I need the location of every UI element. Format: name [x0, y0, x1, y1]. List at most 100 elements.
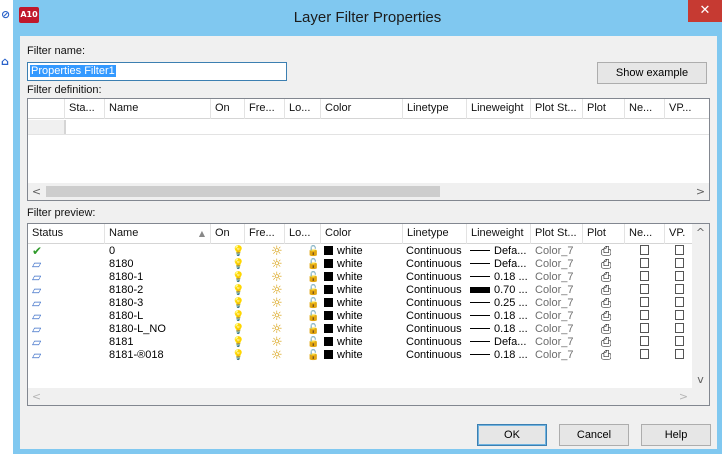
sun-thawed-icon[interactable]: ☼: [271, 336, 283, 349]
sun-thawed-icon[interactable]: ☼: [271, 310, 283, 323]
lineweight-cell[interactable]: 0.18 ...: [470, 271, 528, 284]
sun-thawed-icon[interactable]: ☼: [271, 323, 283, 336]
unlocked-padlock-icon[interactable]: 🔓: [307, 336, 319, 349]
plotstyle-cell[interactable]: Color_7: [535, 323, 574, 336]
plotstyle-cell[interactable]: Color_7: [535, 349, 574, 362]
col-color[interactable]: Color: [321, 224, 403, 244]
new-vp-freeze-icon[interactable]: [640, 323, 649, 336]
col-on[interactable]: On: [211, 224, 245, 244]
new-vp-freeze-icon[interactable]: [640, 284, 649, 297]
new-vp-freeze-icon[interactable]: [640, 245, 649, 258]
new-vp-freeze-icon[interactable]: [640, 336, 649, 349]
color-cell[interactable]: white: [324, 245, 363, 258]
new-vp-freeze-icon[interactable]: [640, 349, 649, 362]
show-example-button[interactable]: Show example: [597, 62, 707, 84]
scroll-right-icon[interactable]: >: [692, 183, 709, 200]
layer-name[interactable]: 8180: [109, 258, 133, 271]
color-cell[interactable]: white: [324, 349, 363, 362]
layer-status-icon[interactable]: ▱: [32, 336, 41, 349]
printer-icon[interactable]: ⎙: [601, 349, 611, 362]
col-linetype[interactable]: Linetype: [403, 224, 467, 244]
unlocked-padlock-icon[interactable]: 🔓: [307, 349, 319, 362]
layer-row[interactable]: ✔ 0 💡 ☼ 🔓 white Continuous Defa... Color_7 ⎙: [28, 245, 692, 258]
layer-name[interactable]: 8180-L: [109, 310, 143, 323]
layer-name[interactable]: 8181-®018: [109, 349, 164, 362]
hscroll-thumb[interactable]: [46, 186, 440, 197]
def-col-linetype[interactable]: Linetype: [403, 99, 467, 119]
sun-thawed-icon[interactable]: ☼: [271, 349, 283, 362]
vp-freeze-icon[interactable]: [675, 349, 684, 362]
color-cell[interactable]: white: [324, 310, 363, 323]
filter-definition-hscrollbar[interactable]: < >: [28, 183, 709, 200]
printer-icon[interactable]: ⎙: [601, 323, 611, 336]
color-cell[interactable]: white: [324, 336, 363, 349]
lightbulb-on-icon[interactable]: 💡: [232, 349, 244, 362]
color-cell[interactable]: white: [324, 323, 363, 336]
sun-thawed-icon[interactable]: ☼: [271, 271, 283, 284]
color-cell[interactable]: white: [324, 271, 363, 284]
vp-freeze-icon[interactable]: [675, 323, 684, 336]
lightbulb-on-icon[interactable]: 💡: [232, 323, 244, 336]
col-plot[interactable]: Plot: [583, 224, 625, 244]
def-col-plotstyle[interactable]: Plot St...: [531, 99, 583, 119]
layer-row[interactable]: ▱ 8180-L_NO 💡 ☼ 🔓 white Continuous 0.18 ... Colo…: [28, 323, 692, 336]
sun-thawed-icon[interactable]: ☼: [271, 245, 283, 258]
col-vp[interactable]: VP.: [665, 224, 692, 244]
lightbulb-on-icon[interactable]: 💡: [232, 310, 244, 323]
layer-name[interactable]: 8180-3: [109, 297, 143, 310]
layer-status-icon[interactable]: ▱: [32, 271, 41, 284]
new-vp-freeze-icon[interactable]: [640, 258, 649, 271]
lightbulb-on-icon[interactable]: 💡: [232, 297, 244, 310]
def-col-status[interactable]: Sta...: [65, 99, 105, 119]
lineweight-cell[interactable]: 0.18 ...: [470, 349, 528, 362]
filter-name-input[interactable]: Properties Filter1: [27, 62, 287, 81]
plotstyle-cell[interactable]: Color_7: [535, 284, 574, 297]
scroll-up-icon[interactable]: ^: [692, 224, 709, 241]
printer-icon[interactable]: ⎙: [601, 258, 611, 271]
layer-row[interactable]: ▱ 8181-®018 💡 ☼ 🔓 white Continuous 0.18 ... Colo…: [28, 349, 692, 362]
unlocked-padlock-icon[interactable]: 🔓: [307, 323, 319, 336]
plotstyle-cell[interactable]: Color_7: [535, 310, 574, 323]
printer-icon[interactable]: ⎙: [601, 271, 611, 284]
new-vp-freeze-icon[interactable]: [640, 297, 649, 310]
preview-scroll-left-icon[interactable]: <: [28, 388, 45, 405]
row-selector-cell[interactable]: [28, 120, 65, 134]
vp-freeze-icon[interactable]: [675, 297, 684, 310]
layer-name[interactable]: 8181: [109, 336, 133, 349]
filter-preview-grid[interactable]: Status Name ▲ On Fre... Lo... Color Line…: [27, 223, 710, 406]
layer-status-icon[interactable]: ▱: [32, 310, 41, 323]
linetype-cell[interactable]: Continuous: [406, 323, 462, 336]
lineweight-cell[interactable]: 0.18 ...: [470, 323, 528, 336]
lineweight-cell[interactable]: Defa...: [470, 245, 526, 258]
preview-scroll-right-icon[interactable]: >: [675, 388, 692, 405]
sun-thawed-icon[interactable]: ☼: [271, 258, 283, 271]
linetype-cell[interactable]: Continuous: [406, 349, 462, 362]
linetype-cell[interactable]: Continuous: [406, 258, 462, 271]
vp-freeze-icon[interactable]: [675, 310, 684, 323]
def-col-freeze[interactable]: Fre...: [245, 99, 285, 119]
unlocked-padlock-icon[interactable]: 🔓: [307, 271, 319, 284]
col-name[interactable]: Name ▲: [105, 224, 211, 244]
lightbulb-on-icon[interactable]: 💡: [232, 258, 244, 271]
linetype-cell[interactable]: Continuous: [406, 245, 462, 258]
color-cell[interactable]: white: [324, 297, 363, 310]
def-col-plot[interactable]: Plot: [583, 99, 625, 119]
col-newvp[interactable]: Ne...: [625, 224, 665, 244]
def-col-lineweight[interactable]: Lineweight: [467, 99, 531, 119]
lineweight-cell[interactable]: Defa...: [470, 336, 526, 349]
lightbulb-on-icon[interactable]: 💡: [232, 271, 244, 284]
layer-status-icon[interactable]: ▱: [32, 349, 41, 362]
layer-name[interactable]: 8180-2: [109, 284, 143, 297]
col-lineweight[interactable]: Lineweight: [467, 224, 531, 244]
col-plotstyle[interactable]: Plot St...: [531, 224, 583, 244]
filter-definition-grid[interactable]: Sta... Name On Fre... Lo... Color Linety…: [27, 98, 710, 201]
unlocked-padlock-icon[interactable]: 🔓: [307, 245, 319, 258]
cancel-button[interactable]: Cancel: [559, 424, 629, 446]
vp-freeze-icon[interactable]: [675, 336, 684, 349]
scroll-down-icon[interactable]: v: [692, 371, 709, 388]
color-cell[interactable]: white: [324, 284, 363, 297]
layer-status-icon[interactable]: ▱: [32, 323, 41, 336]
def-col-vp[interactable]: VP...: [665, 99, 709, 119]
printer-icon[interactable]: ⎙: [601, 336, 611, 349]
layer-row[interactable]: ▱ 8180-2 💡 ☼ 🔓 white Continuous 0.70 ... Color_7…: [28, 284, 692, 297]
